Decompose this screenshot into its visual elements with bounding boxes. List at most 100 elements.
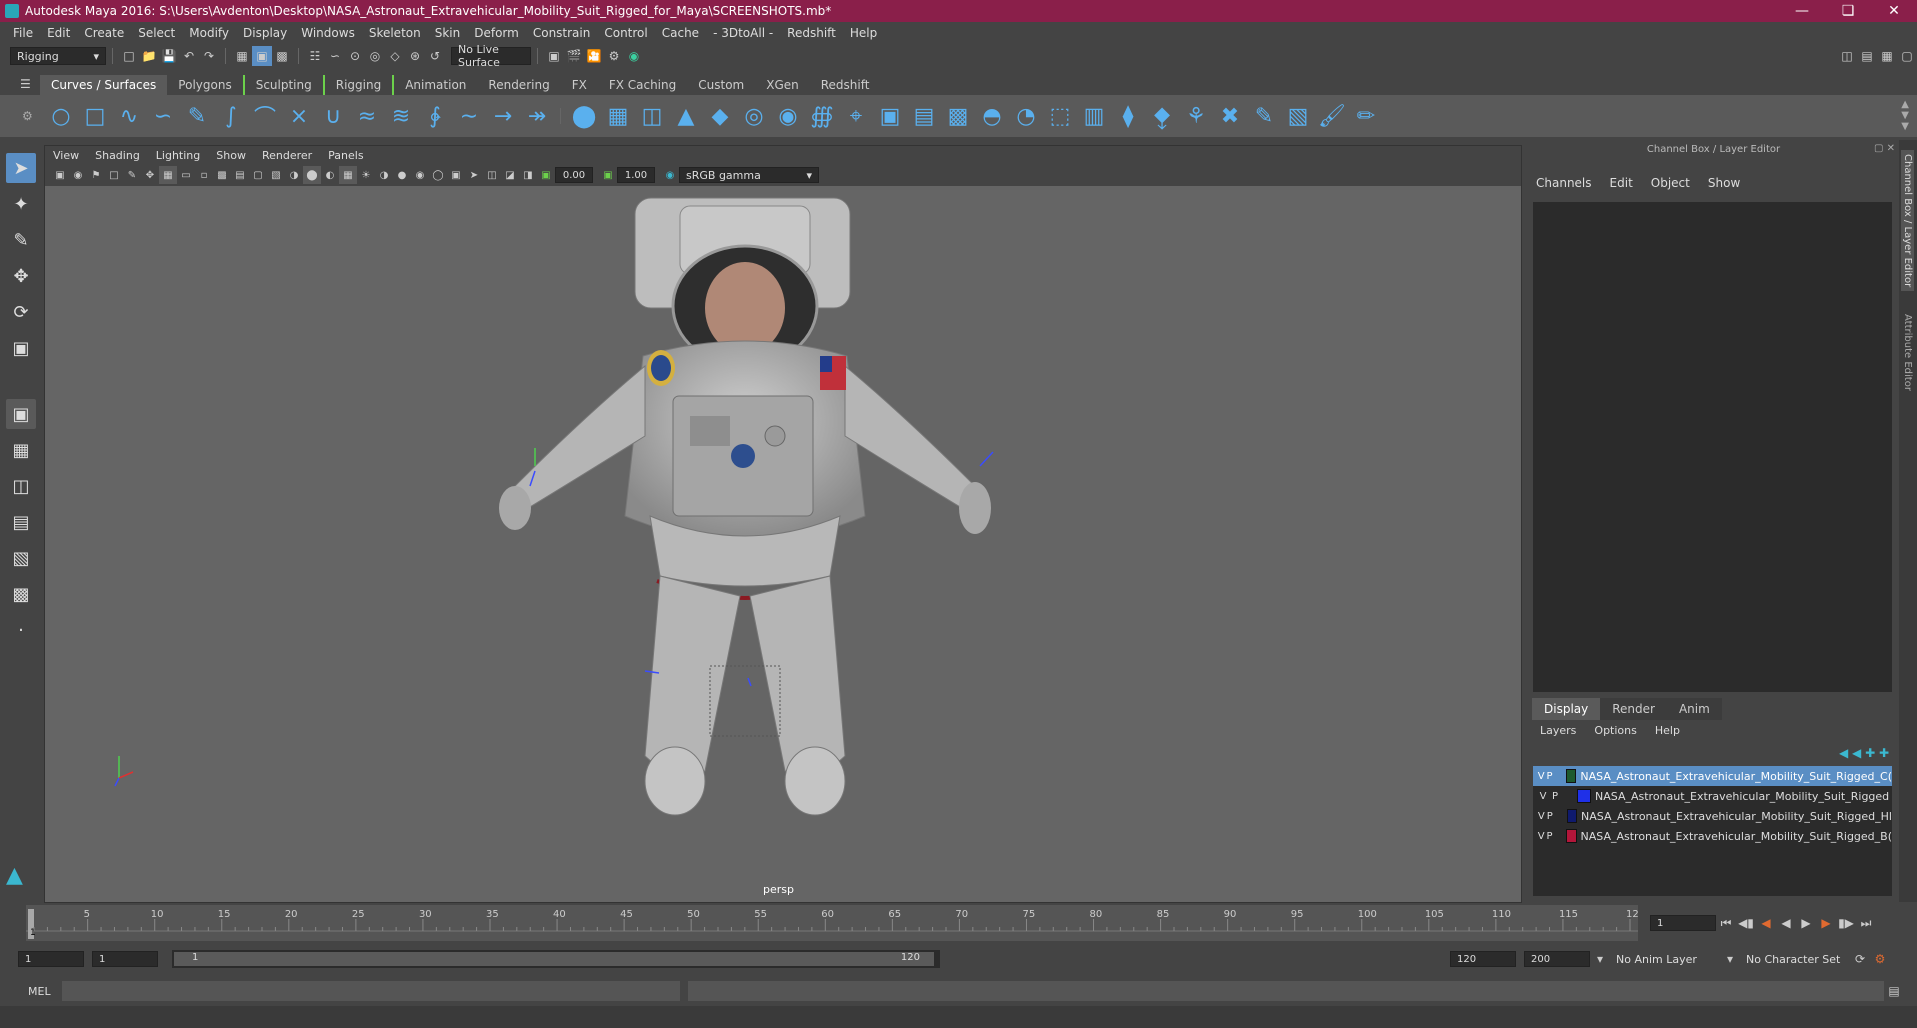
anim-layer-dropdown[interactable]: No Anim Layer: [1610, 950, 1720, 968]
snap-point-icon[interactable]: ⊙: [345, 46, 365, 66]
snap-curve-icon[interactable]: ∽: [325, 46, 345, 66]
menu-constrain[interactable]: Constrain: [526, 26, 598, 40]
layer-visibility[interactable]: V: [1537, 831, 1545, 842]
cb-menu-show[interactable]: Show: [1708, 176, 1740, 190]
range-slider[interactable]: 1 120: [172, 950, 940, 968]
lasso-tool-icon[interactable]: ✦: [6, 189, 36, 219]
shelf-tab-polygons[interactable]: Polygons: [167, 75, 242, 95]
grid-toggle-icon[interactable]: ▦: [159, 166, 177, 184]
layer-visibility[interactable]: V: [1537, 811, 1546, 822]
curve-rebuild-icon[interactable]: ≈: [350, 99, 384, 133]
layer-menu-layers[interactable]: Layers: [1540, 724, 1576, 737]
layer-row[interactable]: V P NASA_Astronaut_Extravehicular_Mobili…: [1533, 766, 1892, 786]
shelf-tab-fx[interactable]: FX: [561, 75, 598, 95]
viewport-panel[interactable]: View Shading Lighting Show Renderer Pane…: [44, 145, 1522, 903]
curve-fillet-icon[interactable]: ∳: [418, 99, 452, 133]
ambient-occlusion-icon[interactable]: ●: [393, 166, 411, 184]
menu-edit[interactable]: Edit: [40, 26, 77, 40]
nurbs-torus-icon[interactable]: ◎: [737, 99, 771, 133]
shelf-scroll-icon[interactable]: ▲ ▼ ▼: [1901, 99, 1909, 132]
menu-help[interactable]: Help: [843, 26, 884, 40]
range-slider-handle[interactable]: [174, 952, 934, 966]
layout-two-icon[interactable]: ◫: [6, 471, 36, 501]
shelf-tab-rendering[interactable]: Rendering: [477, 75, 560, 95]
film-gate-icon[interactable]: ▭: [177, 166, 195, 184]
layer-playback[interactable]: P: [1545, 831, 1553, 842]
animation-start-field[interactable]: 1: [18, 951, 84, 967]
cv-curve-icon[interactable]: ∿: [112, 99, 146, 133]
menu-set-dropdown[interactable]: Rigging ▾: [10, 47, 106, 65]
gate-mask-icon[interactable]: ▩: [213, 166, 231, 184]
menu-skin[interactable]: Skin: [428, 26, 468, 40]
grease-pencil-icon[interactable]: ✎: [123, 166, 141, 184]
curve-smooth-icon[interactable]: ∼: [452, 99, 486, 133]
astronaut-model[interactable]: [45, 186, 1521, 902]
layer-row[interactable]: V P NASA_Astronaut_Extravehicular_Mobili…: [1533, 786, 1892, 806]
select-hierarchy-icon[interactable]: ▦: [232, 46, 252, 66]
attribute-toggle-icon[interactable]: ▦: [1877, 46, 1897, 66]
bezier-curve-icon[interactable]: ∫: [214, 99, 248, 133]
time-slider[interactable]: 1 5 10 15 20 25 30 35 40 45 50 55 60 65 70 75 80 85 90 95 1…: [26, 905, 1645, 941]
shadows-icon[interactable]: ◑: [375, 166, 393, 184]
layer-playback[interactable]: P: [1545, 771, 1553, 782]
workspace-layout-icon[interactable]: ◫: [1837, 46, 1857, 66]
chevron-down-icon[interactable]: ▾: [1590, 949, 1610, 969]
layer-menu-options[interactable]: Options: [1594, 724, 1636, 737]
layer-color-swatch[interactable]: [1566, 829, 1577, 843]
nurbs-cylinder-icon[interactable]: ◫: [635, 99, 669, 133]
layout-graph-icon[interactable]: ▧: [6, 543, 36, 573]
gamma-icon[interactable]: ▣: [599, 166, 617, 184]
channel-box-area[interactable]: [1533, 202, 1892, 692]
layer-actions-icon[interactable]: ◀ ◀ ✚ ✚: [1839, 746, 1889, 760]
trim-tool-icon[interactable]: ▥: [1077, 99, 1111, 133]
current-frame-field[interactable]: 1: [1650, 915, 1716, 931]
panel-menu-renderer[interactable]: Renderer: [254, 149, 320, 162]
nurbs-sphere-icon[interactable]: ⬤: [567, 99, 601, 133]
step-back-key-icon[interactable]: ◀: [1756, 913, 1776, 933]
shelf-tab-redshift[interactable]: Redshift: [810, 75, 881, 95]
menu-windows[interactable]: Windows: [294, 26, 362, 40]
xray-components-icon[interactable]: ◨: [519, 166, 537, 184]
side-tab-channel-box[interactable]: Channel Box / Layer Editor: [1901, 150, 1914, 292]
panel-menu-view[interactable]: View: [45, 149, 87, 162]
camera-attributes-icon[interactable]: ◉: [69, 166, 87, 184]
play-backward-icon[interactable]: ◀: [1776, 913, 1796, 933]
menu-select[interactable]: Select: [131, 26, 182, 40]
exposure-field[interactable]: 0.00: [555, 167, 593, 183]
shelf-tab-rigging[interactable]: Rigging: [322, 75, 395, 95]
shelf-tab-animation[interactable]: Animation: [394, 75, 477, 95]
select-object-icon[interactable]: ▣: [252, 46, 272, 66]
nurbs-plane-icon[interactable]: ◆: [703, 99, 737, 133]
planar-icon[interactable]: ⌖: [839, 99, 873, 133]
xray-icon[interactable]: ◫: [483, 166, 501, 184]
layout-hypershade-icon[interactable]: ▩: [6, 579, 36, 609]
smooth-shade-icon[interactable]: ⬤: [303, 166, 321, 184]
restore-button[interactable]: ❏: [1825, 0, 1871, 22]
curve-extend-icon[interactable]: ↠: [520, 99, 554, 133]
outliner-toggle-icon[interactable]: ▤: [1857, 46, 1877, 66]
safe-title-icon[interactable]: ▧: [267, 166, 285, 184]
step-forward-key-icon[interactable]: ▶: [1816, 913, 1836, 933]
render-view-icon[interactable]: ▣: [544, 46, 564, 66]
side-tab-attribute-editor[interactable]: Attribute Editor: [1901, 310, 1914, 395]
detach-surfaces-icon[interactable]: ✖: [1213, 99, 1247, 133]
layer-color-swatch[interactable]: [1566, 809, 1577, 823]
bevel-plus-icon[interactable]: ◔: [1009, 99, 1043, 133]
layout-four-icon[interactable]: ▦: [6, 435, 36, 465]
scene-view[interactable]: persp: [45, 186, 1521, 902]
menu-modify[interactable]: Modify: [182, 26, 236, 40]
surface-edit-icon[interactable]: ✏: [1349, 99, 1383, 133]
shelf-tab-xgen[interactable]: XGen: [755, 75, 810, 95]
pencil-curve-icon[interactable]: ✎: [180, 99, 214, 133]
wireframe-on-shaded-icon[interactable]: ◐: [321, 166, 339, 184]
field-chart-icon[interactable]: ▤: [231, 166, 249, 184]
render-settings-icon[interactable]: ⚙: [604, 46, 624, 66]
close-button[interactable]: ✕: [1871, 0, 1917, 22]
hypershade-icon[interactable]: ◉: [624, 46, 644, 66]
redo-icon[interactable]: ↷: [199, 46, 219, 66]
layout-more-icon[interactable]: ·: [6, 615, 36, 645]
history-icon[interactable]: ↺: [425, 46, 445, 66]
curve-detach-icon[interactable]: ∪: [316, 99, 350, 133]
chevron-down-icon[interactable]: ▾: [1720, 949, 1740, 969]
select-tool-icon[interactable]: ➤: [6, 153, 36, 183]
